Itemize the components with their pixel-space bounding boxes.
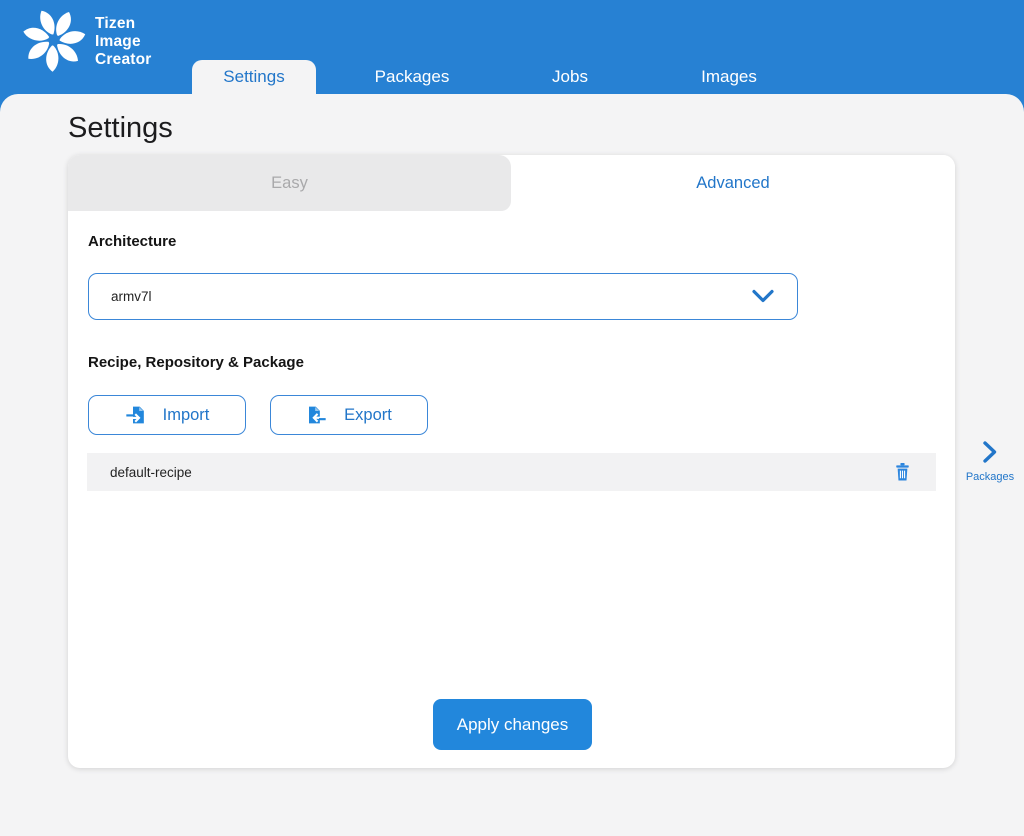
page-title: Settings [68,112,173,145]
recipe-section-label: Recipe, Repository & Package [88,354,304,371]
settings-card: Easy Advanced Architecture armv7l Recipe… [68,155,955,768]
brand-line-2: Image [95,33,152,51]
export-button[interactable]: Export [270,395,428,435]
export-button-label: Export [344,406,392,425]
chevron-down-icon [751,289,775,304]
packages-drawer-label: Packages [966,471,1014,483]
packages-drawer-toggle[interactable]: Packages [958,440,1022,492]
tab-easy[interactable]: Easy [68,155,511,211]
nav-tab-images[interactable]: Images [667,60,791,94]
nav-tab-jobs[interactable]: Jobs [508,60,632,94]
brand-line-1: Tizen [95,15,152,33]
import-button-label: Import [163,406,210,425]
tizen-pinwheel-logo [20,6,88,74]
tab-advanced[interactable]: Advanced [511,155,955,211]
brand-line-3: Creator [95,51,152,69]
import-button[interactable]: Import [88,395,246,435]
import-file-icon [125,405,146,425]
architecture-selected-value: armv7l [111,289,152,304]
content-panel: Settings Easy Advanced Architecture armv… [0,94,1024,836]
nav-tab-packages[interactable]: Packages [350,60,474,94]
recipe-list-item: default-recipe [87,453,936,491]
app-header: Tizen Image Creator Settings Packages Jo… [0,0,1024,94]
nav-tab-settings[interactable]: Settings [192,60,316,94]
mode-tab-bar: Easy Advanced [68,155,955,211]
brand-title: Tizen Image Creator [95,15,152,69]
export-file-icon [306,405,327,425]
recipe-name: default-recipe [110,465,192,480]
import-export-row: Import Export [88,395,428,435]
architecture-select[interactable]: armv7l [88,273,798,320]
chevron-right-icon [982,440,998,464]
delete-recipe-trash-icon[interactable] [894,463,911,481]
architecture-label: Architecture [88,233,176,250]
apply-changes-button[interactable]: Apply changes [433,699,592,750]
app-window: Tizen Image Creator Settings Packages Jo… [0,0,1024,836]
